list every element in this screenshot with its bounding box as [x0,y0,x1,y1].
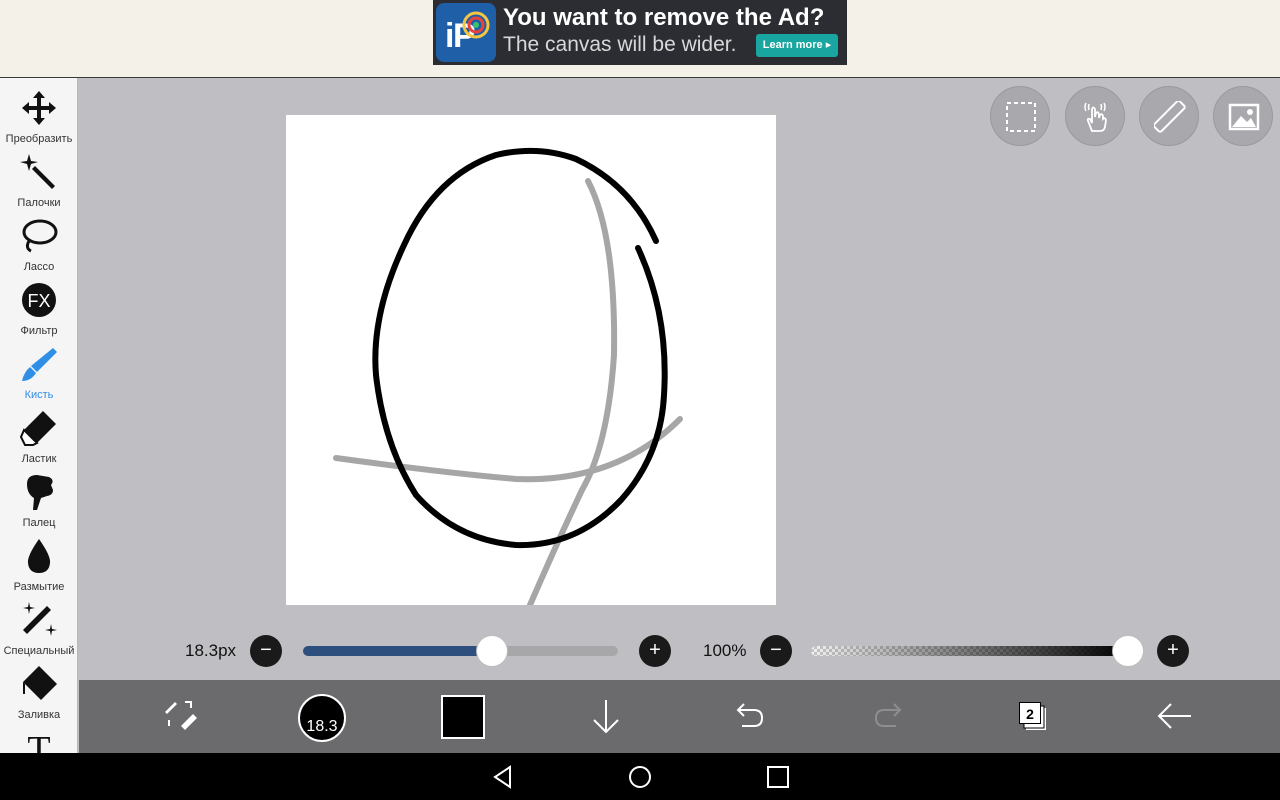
ad-bar: i P You want to remove the Ad? The canva… [0,0,1280,78]
opacity-increase-button[interactable]: + [1157,635,1189,667]
selection-button[interactable] [990,86,1050,146]
ibis-paint-logo-icon: i P [436,3,496,62]
minus-icon: − [770,639,782,661]
brush-icon [22,348,57,381]
download-button[interactable] [576,680,636,753]
eraser-icon [19,411,56,446]
ad-learn-more-button[interactable]: Learn more ▸ [756,34,838,57]
blur-icon [27,539,51,573]
reference-image-button[interactable] [1213,86,1273,146]
ruler-icon [1154,101,1186,133]
redo-button[interactable] [860,680,920,753]
brush-size-slider-handle[interactable] [476,635,508,667]
brush-size-indicator[interactable]: 18.3 [298,694,346,742]
tool-filter[interactable]: FX Фильтр [0,276,77,340]
tool-special[interactable]: Специальный [0,596,77,660]
brush-size-slider-fill [303,646,492,656]
svg-text:FX: FX [27,291,50,311]
text-icon: T [27,729,50,753]
tool-brush[interactable]: Кисть [0,340,77,404]
plus-icon: + [1167,639,1179,661]
opacity-slider-handle[interactable] [1112,635,1144,667]
tool-magic-wand[interactable]: Палочки [0,148,77,212]
svg-text:T: T [27,729,50,753]
tool-lasso[interactable]: Лассо [0,212,77,276]
undo-button[interactable] [718,680,778,753]
tool-smudge[interactable]: Палец [0,468,77,532]
arrow-left-icon [1157,703,1191,729]
brush-eraser-swap-icon [165,701,197,730]
tool-text[interactable]: T [0,724,77,753]
lasso-icon [22,219,58,253]
current-color-swatch[interactable] [441,695,485,739]
magic-wand-icon [20,154,55,189]
image-icon [1228,103,1260,131]
arrow-down-icon [593,700,619,734]
tool-fill[interactable]: Заливка [0,660,77,724]
minus-icon: − [260,639,272,661]
plus-icon: + [649,639,661,661]
tool-transform[interactable]: Преобразить [0,84,77,148]
brush-size-increase-button[interactable]: + [639,635,671,667]
fill-icon [23,666,57,700]
back-button[interactable] [1145,680,1205,753]
drawing-canvas[interactable] [286,115,776,605]
fx-icon: FX [22,283,56,317]
undo-icon [736,703,764,727]
nav-home-icon[interactable] [627,764,653,790]
move-icon [22,91,56,125]
nav-recents-icon[interactable] [765,764,791,790]
bottom-toolbar: 18.3 2 [79,680,1280,753]
touch-gesture-button[interactable] [1065,86,1125,146]
tool-blur[interactable]: Размытие [0,532,77,596]
opacity-slider-track[interactable] [811,646,1128,656]
layers-count: 2 [1019,702,1041,724]
nav-back-icon[interactable] [490,764,516,790]
ad-title: You want to remove the Ad? [503,4,825,31]
tool-sidebar: Преобразить Палочки Лассо FX Фильтр Кист… [0,78,78,753]
canvas-artwork [333,147,683,605]
ad-banner[interactable]: i P You want to remove the Ad? The canva… [433,0,847,65]
brush-size-value: 18.3px [185,641,237,660]
system-navigation-bar [0,753,1280,800]
smudge-icon [27,475,53,510]
dashed-selection-icon [1006,102,1036,132]
brush-size-decrease-button[interactable]: − [250,635,282,667]
special-icon [23,602,57,636]
ad-subtitle: The canvas will be wider. [503,33,737,56]
opacity-decrease-button[interactable]: − [760,635,792,667]
opacity-value: 100% [703,641,747,660]
redo-icon [874,703,902,727]
hand-touch-icon [1084,102,1107,132]
ruler-button[interactable] [1139,86,1199,146]
tool-eraser[interactable]: Ластик [0,404,77,468]
brush-eraser-toggle-button[interactable] [151,680,211,753]
